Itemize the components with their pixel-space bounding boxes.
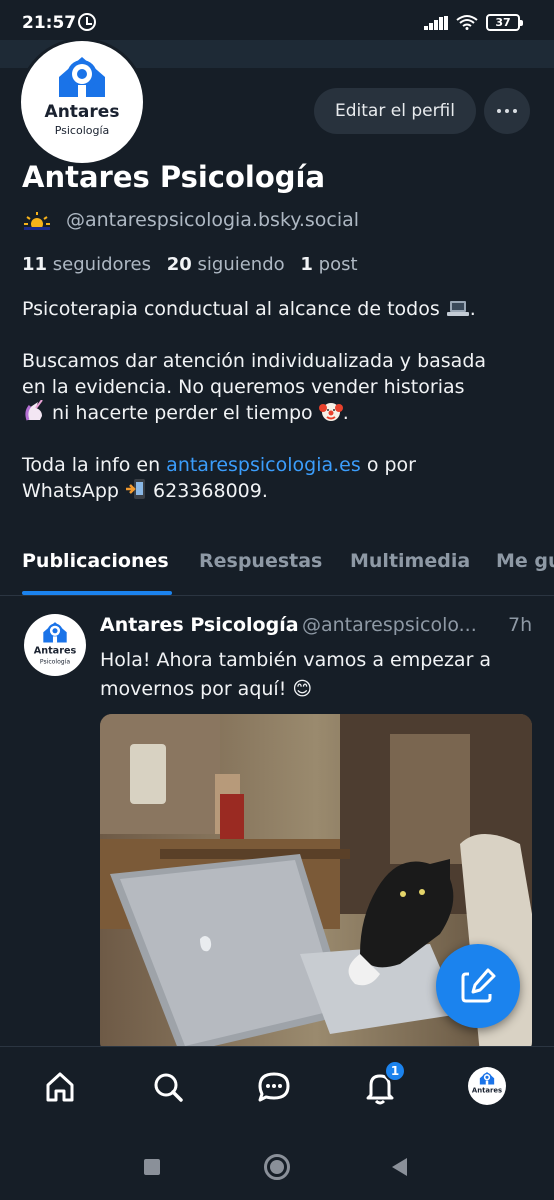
- antares-logo: Antares Psicología: [45, 57, 120, 137]
- handle-row: @antarespsicologia.bsky.social: [22, 207, 542, 235]
- bio-line: en la evidencia. No queremos vender hist…: [22, 376, 465, 398]
- bio-line: Toda la info en: [22, 454, 161, 476]
- back-button[interactable]: [392, 1158, 407, 1176]
- bio-line: Buscamos dar atención individualizada y …: [22, 350, 487, 372]
- profile-handle: @antarespsicologia.bsky.social: [66, 209, 360, 231]
- logo-text: Antares: [45, 102, 120, 122]
- posts-count: 1 post: [300, 254, 358, 275]
- bio-phone: 623368009.: [153, 480, 268, 502]
- tab-publicaciones[interactable]: Publicaciones: [22, 550, 169, 572]
- bio-line: Psicoterapia conductual al alcance de to…: [22, 298, 440, 320]
- antares-logo-small: Antares Psicología: [34, 622, 77, 665]
- bio-line: o por: [366, 454, 416, 476]
- logo-text: Antares: [34, 646, 77, 657]
- edit-profile-button[interactable]: Editar el perfil: [314, 88, 476, 134]
- logo-subtext: Psicología: [40, 657, 70, 665]
- tab-respuestas[interactable]: Respuestas: [199, 550, 322, 572]
- tab-me-gusta[interactable]: Me gu: [496, 550, 554, 572]
- tab-multimedia[interactable]: Multimedia: [350, 550, 470, 572]
- compose-post-button[interactable]: [436, 944, 520, 1028]
- followers-link[interactable]: 11 seguidores: [22, 254, 151, 275]
- alarm-icon: [78, 13, 96, 31]
- signal-icon: [424, 16, 448, 30]
- bottom-navigation: 1 Antares: [0, 1046, 554, 1132]
- profile-stats: 11 seguidores 20 siguiendo 1 post: [22, 254, 358, 275]
- display-name: Antares Psicología: [22, 160, 326, 194]
- active-tab-indicator: [22, 591, 172, 595]
- post-handle[interactable]: @antarespsicolo...: [302, 614, 498, 636]
- compose-icon: [461, 968, 496, 1003]
- home-icon[interactable]: [40, 1067, 80, 1107]
- following-link[interactable]: 20 siguiendo: [167, 254, 285, 275]
- bio-line: ni hacerte perder el tiempo: [52, 402, 313, 424]
- logo-text: Antares: [472, 1087, 502, 1095]
- profile-nav-avatar[interactable]: Antares: [468, 1067, 506, 1105]
- post-author[interactable]: Antares Psicología: [100, 614, 299, 636]
- logo-subtext: Psicología: [55, 124, 110, 137]
- system-navigation-bar: [0, 1132, 554, 1200]
- unicorn-emoji-icon: [25, 400, 43, 421]
- bio-line: WhatsApp: [22, 480, 119, 502]
- clown-emoji-icon: [318, 403, 343, 421]
- recents-button[interactable]: [144, 1159, 160, 1175]
- phone-arrow-emoji-icon: [126, 479, 145, 499]
- search-icon[interactable]: [148, 1067, 188, 1107]
- sun-cloud-icon: [24, 212, 50, 230]
- post-time: 7h: [508, 614, 533, 636]
- website-link[interactable]: antarespsicologia.es: [166, 454, 361, 476]
- post-text: Hola! Ahora también vamos a empezar a mo…: [100, 649, 492, 700]
- profile-tabs: Publicaciones Respuestas Multimedia Me g…: [0, 540, 554, 596]
- chat-icon[interactable]: [254, 1067, 294, 1107]
- status-time: 21:57: [22, 13, 77, 33]
- post-avatar[interactable]: Antares Psicología: [24, 614, 86, 676]
- profile-avatar[interactable]: Antares Psicología: [18, 38, 146, 166]
- notification-badge: 1: [384, 1060, 406, 1082]
- battery-icon: 37: [486, 14, 523, 31]
- wifi-icon: [456, 15, 478, 30]
- profile-bio: Psicoterapia conductual al alcance de to…: [22, 298, 487, 502]
- laptop-emoji-icon: [446, 301, 469, 316]
- more-options-button[interactable]: [484, 88, 530, 134]
- antares-logo-nav: Antares: [472, 1071, 502, 1095]
- home-button[interactable]: [264, 1154, 290, 1180]
